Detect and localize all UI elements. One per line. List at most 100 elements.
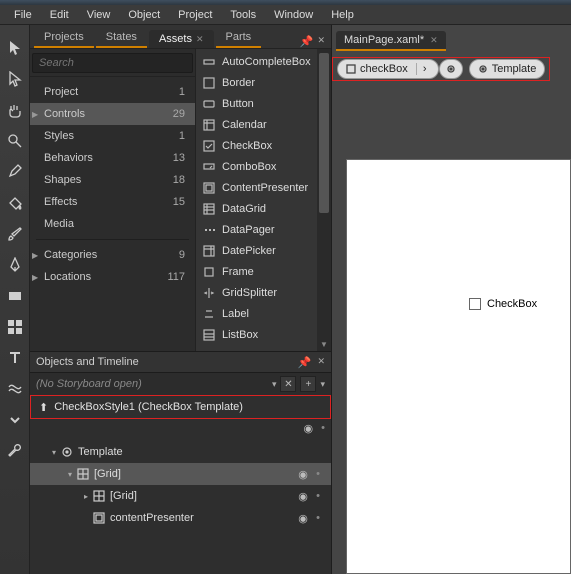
scrollbar[interactable]: ▲ ▼ (317, 49, 331, 351)
brush-tool-icon[interactable] (4, 223, 26, 245)
search-input[interactable] (32, 53, 193, 73)
control-icon (202, 118, 216, 132)
lock-icon[interactable]: • (321, 422, 325, 434)
paint-bucket-tool-icon[interactable] (4, 192, 26, 214)
menubar: File Edit View Object Project Tools Wind… (0, 5, 571, 25)
close-icon[interactable]: ✕ (317, 35, 325, 48)
menu-project[interactable]: Project (170, 7, 220, 23)
category-behaviors[interactable]: Behaviors13 (30, 147, 195, 169)
list-item[interactable]: AutoCompleteBox (196, 51, 331, 72)
list-item[interactable]: Label (196, 303, 331, 324)
pen-tool-icon[interactable] (4, 254, 26, 276)
object-tree: ▾Template ▾[Grid]◉• ▸[Grid]◉• contentPre… (30, 437, 331, 574)
list-item[interactable]: DataPager (196, 219, 331, 240)
tab-parts[interactable]: Parts (216, 28, 262, 48)
category-media[interactable]: Media (30, 213, 195, 235)
breadcrumb-target-icon[interactable] (439, 59, 463, 79)
zoom-tool-icon[interactable] (4, 130, 26, 152)
lock-dot-icon[interactable]: • (311, 468, 325, 480)
list-item[interactable]: DataGrid (196, 198, 331, 219)
tree-item-contentpresenter[interactable]: contentPresenter◉• (30, 507, 331, 529)
eye-icon[interactable]: ◉ (295, 512, 311, 525)
menu-tools[interactable]: Tools (222, 7, 264, 23)
text-tool-icon[interactable] (4, 347, 26, 369)
lock-dot-icon[interactable]: • (311, 490, 325, 502)
chevron-down-icon[interactable]: ▾ (320, 379, 325, 390)
list-item[interactable]: Calendar (196, 114, 331, 135)
asset-tool-icon[interactable] (4, 378, 26, 400)
menu-edit[interactable]: Edit (42, 7, 77, 23)
template-scope-row[interactable]: ⬆ CheckBoxStyle1 (CheckBox Template) (30, 395, 331, 419)
close-icon[interactable]: ✕ (196, 34, 204, 44)
category-categories[interactable]: ▶Categories9 (30, 244, 195, 266)
list-item[interactable]: DatePicker (196, 240, 331, 261)
layout-tool-icon[interactable] (4, 316, 26, 338)
tab-states[interactable]: States (96, 28, 147, 48)
lock-dot-icon[interactable]: • (311, 512, 325, 524)
selection-tool-icon[interactable] (4, 37, 26, 59)
close-storyboard-button[interactable]: ✕ (280, 376, 296, 392)
list-item[interactable]: ContentPresenter (196, 177, 331, 198)
pin-icon[interactable]: 📌 (300, 35, 314, 48)
direct-select-tool-icon[interactable] (4, 68, 26, 90)
grid-icon (92, 489, 106, 503)
list-item[interactable]: Button (196, 93, 331, 114)
control-icon (202, 160, 216, 174)
list-item[interactable]: Frame (196, 261, 331, 282)
control-icon (202, 307, 216, 321)
eyedropper-tool-icon[interactable] (4, 161, 26, 183)
tool-strip (0, 25, 30, 574)
more-tools-icon[interactable] (4, 409, 26, 431)
scope-up-icon[interactable]: ⬆ (39, 401, 48, 414)
chevron-down-icon[interactable]: ▾ (272, 379, 277, 390)
tab-projects[interactable]: Projects (34, 28, 94, 48)
list-item[interactable]: ListBox (196, 324, 331, 345)
storyboard-row: (No Storyboard open) ▾ ✕ + ▾ (30, 373, 331, 395)
checkbox-box-icon (469, 298, 481, 310)
control-icon (202, 97, 216, 111)
menu-file[interactable]: File (6, 7, 40, 23)
tree-item-template[interactable]: ▾Template (30, 441, 331, 463)
close-icon[interactable]: ✕ (430, 35, 438, 46)
pin-icon[interactable]: 📌 (298, 356, 312, 369)
control-list: AutoCompleteBox Border Button Calendar C… (196, 49, 331, 351)
pan-tool-icon[interactable] (4, 99, 26, 121)
new-storyboard-button[interactable]: + (300, 376, 316, 392)
checkbox-control[interactable]: CheckBox (469, 298, 537, 310)
rectangle-tool-icon[interactable] (4, 285, 26, 307)
breadcrumb-root[interactable]: checkBox › (337, 59, 439, 79)
template-icon (60, 445, 74, 459)
timeline-header: Objects and Timeline 📌✕ (30, 351, 331, 373)
category-locations[interactable]: ▶Locations117 (30, 266, 195, 288)
category-shapes[interactable]: Shapes18 (30, 169, 195, 191)
menu-help[interactable]: Help (323, 7, 362, 23)
scroll-down-icon[interactable]: ▼ (317, 337, 331, 351)
list-item[interactable]: Border (196, 72, 331, 93)
list-item[interactable]: ComboBox (196, 156, 331, 177)
list-item[interactable]: CheckBox (196, 135, 331, 156)
eye-icon[interactable]: ◉ (304, 422, 314, 435)
menu-window[interactable]: Window (266, 7, 321, 23)
chevron-right-icon[interactable]: › (416, 63, 430, 75)
menu-object[interactable]: Object (120, 7, 168, 23)
tree-item-grid[interactable]: ▸[Grid]◉• (30, 485, 331, 507)
close-icon[interactable]: ✕ (317, 356, 325, 369)
list-item[interactable]: GridSplitter (196, 282, 331, 303)
menu-view[interactable]: View (79, 7, 119, 23)
category-controls[interactable]: ▶Controls29 (30, 103, 195, 125)
tree-item-grid[interactable]: ▾[Grid]◉• (30, 463, 331, 485)
design-canvas[interactable]: CheckBox (346, 159, 571, 574)
chevron-right-icon: ▶ (32, 251, 38, 260)
control-icon (202, 286, 216, 300)
tab-assets[interactable]: Assets✕ (149, 30, 214, 48)
wrench-tool-icon[interactable] (4, 440, 26, 462)
category-styles[interactable]: Styles1 (30, 125, 195, 147)
chevron-right-icon: ▶ (32, 273, 38, 282)
category-project[interactable]: Project1 (30, 81, 195, 103)
eye-icon[interactable]: ◉ (295, 490, 311, 503)
eye-icon[interactable]: ◉ (295, 468, 311, 481)
category-effects[interactable]: Effects15 (30, 191, 195, 213)
breadcrumb-template[interactable]: Template (469, 59, 546, 79)
document-tab[interactable]: MainPage.xaml*✕ (336, 31, 446, 51)
scroll-thumb[interactable] (319, 53, 329, 213)
